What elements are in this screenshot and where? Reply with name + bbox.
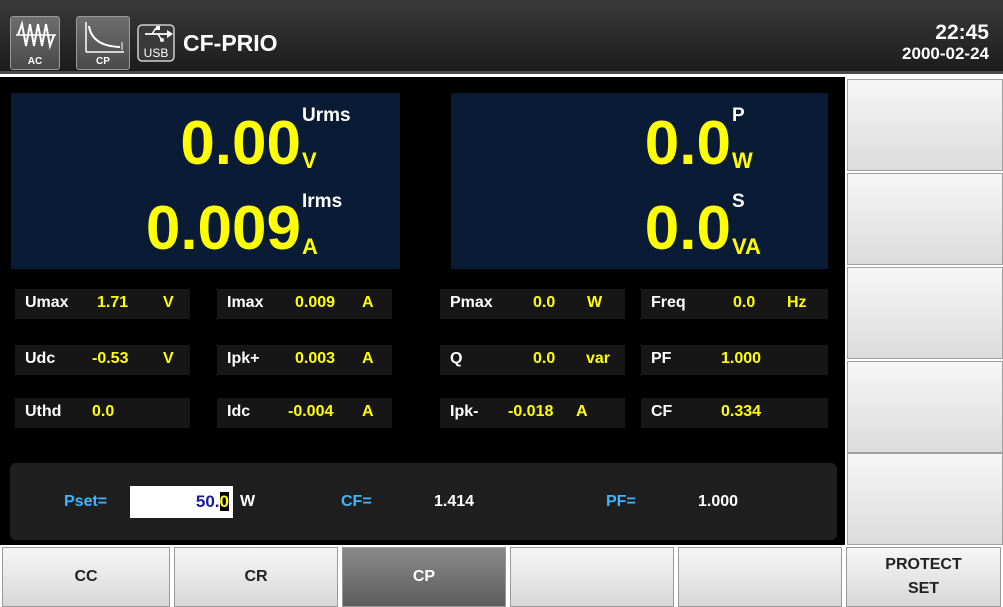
usb-icon: USB xyxy=(137,24,175,62)
clock: 22:45 2000-02-24 xyxy=(902,22,989,64)
reactive-power-unit: var xyxy=(586,350,611,367)
apparent-power-unit: VA xyxy=(732,234,761,259)
crest-factor-label: CF xyxy=(651,403,673,420)
settings-panel: Pset= 50.0 W CF= 1.414 PF= 1.000 xyxy=(10,463,837,540)
power-factor-label: PF xyxy=(651,350,672,367)
reactive-power-label: Q xyxy=(450,350,463,367)
pmax-label: Pmax xyxy=(450,294,493,311)
cr-mode-button[interactable]: CR xyxy=(174,547,338,607)
umax-field: Umax 1.71 V xyxy=(15,289,190,319)
ac-waveform-icon xyxy=(16,20,56,50)
imax-value: 0.009 xyxy=(295,294,336,311)
pset-cursor-digit: 0 xyxy=(219,492,229,511)
freq-value: 0.0 xyxy=(733,294,756,311)
crest-factor-value: 0.334 xyxy=(721,403,762,420)
ac-mode-label: AC xyxy=(27,56,43,67)
crest-factor-field: CF 0.334 xyxy=(641,398,828,428)
uthd-value: 0.0 xyxy=(92,403,115,420)
power-label: P xyxy=(732,105,745,126)
voltage-current-panel: 0.00 Urms V 0.009 Irms A xyxy=(11,93,400,269)
ipk-plus-value: 0.003 xyxy=(295,350,336,367)
bottom-softkey-5[interactable] xyxy=(678,547,842,607)
power-panel: 0.0 P W 0.0 S VA xyxy=(451,93,828,269)
measurement-area: 0.00 Urms V 0.009 Irms A 0.0 P W 0.0 S V… xyxy=(0,77,845,545)
right-softkey-5[interactable] xyxy=(847,453,1003,545)
idc-label: Idc xyxy=(227,403,251,420)
apparent-power-label: S xyxy=(732,191,745,212)
pset-label: Pset= xyxy=(64,493,108,510)
bottom-softkey-4[interactable] xyxy=(510,547,674,607)
cp-mode-icon: CP xyxy=(76,16,130,70)
right-softkey-2[interactable] xyxy=(847,173,1003,265)
udc-unit: V xyxy=(163,350,174,367)
pmax-value: 0.0 xyxy=(533,294,556,311)
freq-field: Freq 0.0 Hz xyxy=(641,289,828,319)
ipk-minus-field: Ipk- -0.018 A xyxy=(440,398,625,428)
pmax-unit: W xyxy=(587,294,603,311)
voltage-label: Urms xyxy=(302,105,351,126)
voltage-unit: V xyxy=(302,148,317,173)
current-unit: A xyxy=(302,234,318,259)
protect-set-button[interactable]: PROTECT SET xyxy=(846,547,1001,607)
protect-set-line1: PROTECT xyxy=(885,556,962,573)
power-factor-field: PF 1.000 xyxy=(641,345,828,375)
pset-unit: W xyxy=(240,493,256,510)
right-softkey-4[interactable] xyxy=(847,361,1003,453)
ipk-minus-value: -0.018 xyxy=(508,403,554,420)
right-softkey-bar xyxy=(845,77,1003,545)
idc-field: Idc -0.004 A xyxy=(217,398,392,428)
uthd-field: Uthd 0.0 xyxy=(15,398,190,428)
right-softkey-3[interactable] xyxy=(847,267,1003,359)
imax-unit: A xyxy=(362,294,374,311)
clock-time: 22:45 xyxy=(935,21,989,44)
idc-value: -0.004 xyxy=(288,403,334,420)
pf-set-label: PF= xyxy=(606,493,636,510)
freq-label: Freq xyxy=(651,294,686,311)
power-factor-value: 1.000 xyxy=(721,350,762,367)
bottom-softkey-bar: CC CR CP PROTECT SET xyxy=(0,545,1003,607)
pset-value: 50. xyxy=(195,492,220,511)
cf-set-label: CF= xyxy=(341,493,372,510)
imax-label: Imax xyxy=(227,294,264,311)
cf-set-value[interactable]: 1.414 xyxy=(434,493,474,511)
clock-date: 2000-02-24 xyxy=(902,44,989,63)
protect-set-line2: SET xyxy=(907,580,940,597)
power-unit: W xyxy=(732,148,753,173)
current-value: 0.009 xyxy=(145,194,301,263)
ipk-plus-unit: A xyxy=(362,350,374,367)
udc-value: -0.53 xyxy=(92,350,129,367)
ipk-minus-unit: A xyxy=(576,403,588,420)
udc-label: Udc xyxy=(25,350,56,367)
title-bar: AC CP USB CF-PRIO 22:45 2000-02-24 xyxy=(0,0,1003,74)
ipk-minus-label: Ipk- xyxy=(450,403,479,420)
ac-mode-icon: AC xyxy=(10,16,60,70)
reactive-power-value: 0.0 xyxy=(533,350,556,367)
ipk-plus-field: Ipk+ 0.003 A xyxy=(217,345,392,375)
voltage-value: 0.00 xyxy=(180,109,301,178)
pmax-field: Pmax 0.0 W xyxy=(440,289,625,319)
freq-unit: Hz xyxy=(787,294,807,311)
pset-input[interactable]: 50.0 xyxy=(130,486,233,518)
cp-curve-icon xyxy=(85,22,124,53)
pf-set-value[interactable]: 1.000 xyxy=(698,493,738,511)
usb-label: USB xyxy=(144,46,169,60)
current-label: Irms xyxy=(302,191,343,212)
umax-label: Umax xyxy=(25,294,69,311)
power-value: 0.0 xyxy=(644,109,731,178)
cp-mode-button[interactable]: CP xyxy=(342,547,506,607)
mode-title: CF-PRIO xyxy=(183,30,278,56)
umax-unit: V xyxy=(163,294,174,311)
right-softkey-1[interactable] xyxy=(847,79,1003,171)
udc-field: Udc -0.53 V xyxy=(15,345,190,375)
ipk-plus-label: Ipk+ xyxy=(227,350,260,367)
imax-field: Imax 0.009 A xyxy=(217,289,392,319)
idc-unit: A xyxy=(362,403,374,420)
uthd-label: Uthd xyxy=(25,403,62,420)
apparent-power-value: 0.0 xyxy=(644,194,731,263)
cp-mode-label: CP xyxy=(96,56,110,67)
reactive-power-field: Q 0.0 var xyxy=(440,345,625,375)
cc-mode-button[interactable]: CC xyxy=(2,547,170,607)
umax-value: 1.71 xyxy=(97,294,129,311)
